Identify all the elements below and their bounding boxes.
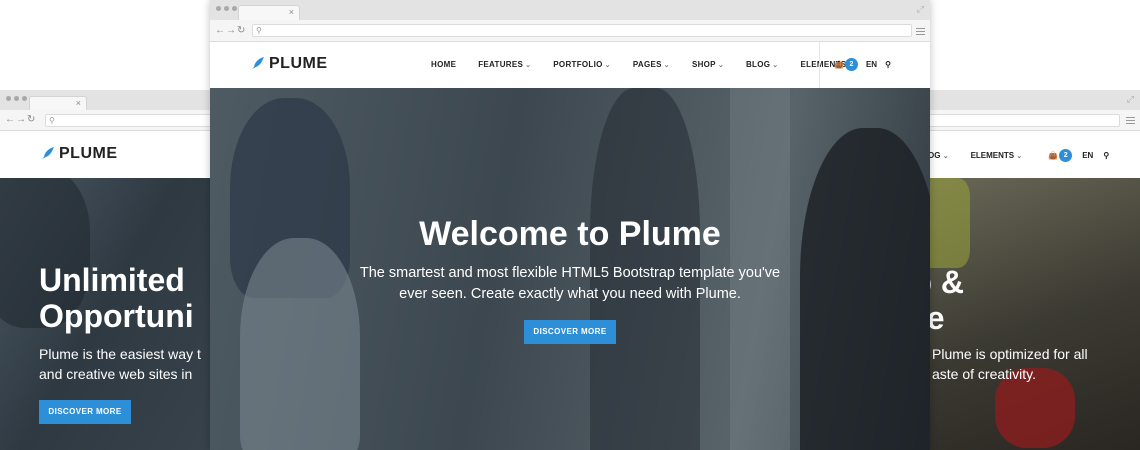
close-tab-icon[interactable]: × — [289, 7, 294, 18]
left-hero-text: Plume is the easiest way t and creative … — [39, 344, 201, 384]
language-switch[interactable]: EN — [1082, 151, 1093, 160]
center-logo[interactable]: PLUME — [249, 55, 328, 73]
cart-button[interactable]: 👜 2 — [834, 58, 858, 71]
logo-text: PLUME — [59, 145, 118, 162]
nav-item-features[interactable]: FEATURES ⌄ — [478, 60, 531, 69]
url-search-icon: ⚲ — [49, 116, 55, 125]
discover-more-button[interactable]: DISCOVER MORE — [524, 320, 616, 344]
right-cart[interactable]: 👜 2 — [1048, 149, 1073, 162]
chevron-down-icon: ⌄ — [525, 62, 532, 69]
nav-item-label: FEATURES — [478, 60, 524, 69]
center-hero: Welcome to Plume The smartest and most f… — [210, 88, 930, 450]
right-browser-window: ⤢ OG ⌄ ELEMENTS ⌄ 👜 2 EN ⚲ rp & ive Plum… — [900, 90, 1140, 450]
back-forward-reload-icons[interactable]: ←→↻ — [5, 113, 36, 127]
center-browser-tab[interactable]: × — [238, 5, 300, 20]
left-text-line2: and creative web sites in — [39, 366, 193, 382]
search-icon[interactable]: ⚲ — [885, 60, 891, 69]
left-hero: Unlimited Opportuni Plume is the easiest… — [0, 178, 240, 450]
right-nav-blog-fragment[interactable]: OG ⌄ — [928, 151, 949, 160]
chevron-down-icon: ⌄ — [663, 62, 670, 69]
nav-item-home[interactable]: HOME — [431, 60, 456, 69]
center-tab-bar: × ⤢ — [210, 0, 930, 20]
browser-menu-icon[interactable] — [916, 28, 925, 35]
logo-text: PLUME — [269, 55, 328, 72]
chevron-down-icon: ⌄ — [717, 62, 724, 69]
back-forward-reload-icons[interactable]: ←→↻ — [215, 24, 246, 38]
hero-text-line1: The smartest and most flexible HTML5 Boo… — [359, 265, 781, 281]
hero-text: The smartest and most flexible HTML5 Boo… — [210, 263, 930, 305]
left-text-line1: Plume is the easiest way t — [39, 346, 201, 362]
search-icon[interactable]: ⚲ — [1103, 151, 1109, 160]
browser-menu-icon[interactable] — [1126, 117, 1135, 124]
chevron-down-icon: ⌄ — [604, 62, 611, 69]
right-address-row — [900, 110, 1140, 131]
left-title-line2: Opportuni — [39, 298, 194, 334]
left-title-line1: Unlimited — [39, 262, 185, 298]
center-browser-window: × ⤢ ←→↻ ⚲ PLUME HOME FEATURES ⌄ PORTFOLIO ⌄ P… — [210, 0, 930, 450]
center-utility: 👜 2 EN ⚲ — [834, 58, 891, 71]
left-browser-tab[interactable]: × — [29, 96, 87, 110]
url-search-icon: ⚲ — [256, 26, 262, 35]
right-hero-text: Plume is optimized for all aste of creat… — [932, 344, 1088, 384]
window-controls[interactable] — [216, 6, 237, 11]
hero-title: Welcome to Plume — [419, 215, 721, 253]
nav-item-portfolio[interactable]: PORTFOLIO ⌄ — [553, 60, 611, 69]
left-hero-title: Unlimited Opportuni — [39, 262, 194, 334]
nav-item-label: PORTFOLIO — [553, 60, 603, 69]
shopping-bag-icon: 👜 — [834, 60, 844, 69]
right-text-line2: aste of creativity. — [932, 366, 1037, 382]
left-discover-button[interactable]: DISCOVER MORE — [39, 400, 131, 424]
main-nav: HOME FEATURES ⌄ PORTFOLIO ⌄ PAGES ⌄ SHOP ⌄ BLOG ⌄ E… — [431, 60, 855, 69]
nav-divider — [819, 42, 820, 88]
left-tab-bar: × — [0, 90, 240, 110]
nav-item-label: PAGES — [632, 60, 662, 69]
hero-text-line2: ever seen. Create exactly what you need … — [399, 286, 741, 302]
right-hero: rp & ive Plume is optimized for all aste… — [900, 178, 1140, 450]
center-address-row: ←→↻ ⚲ — [210, 20, 930, 42]
left-browser-window: × ←→↻ ⚲ PLUME Unlimited Opportuni Plume … — [0, 90, 240, 450]
center-url-field[interactable]: ⚲ — [252, 24, 912, 37]
right-text-line1: Plume is optimized for all — [932, 346, 1088, 362]
language-switch[interactable]: EN — [866, 60, 877, 69]
expand-window-icon[interactable]: ⤢ — [1127, 94, 1134, 105]
nav-item-label: SHOP — [691, 60, 716, 69]
shopping-bag-icon: 👜 — [1048, 151, 1059, 160]
nav-item-shop[interactable]: SHOP ⌄ — [692, 60, 724, 69]
nav-item-label: BLOG — [745, 60, 771, 69]
feather-logo-icon — [250, 57, 264, 71]
right-url-field[interactable] — [900, 114, 1120, 127]
left-site-header: PLUME — [0, 131, 240, 178]
left-logo[interactable]: PLUME — [39, 145, 118, 163]
center-site-header: PLUME HOME FEATURES ⌄ PORTFOLIO ⌄ PAGES ⌄ SHOP ⌄… — [210, 42, 930, 88]
expand-window-icon[interactable]: ⤢ — [917, 4, 924, 15]
nav-item-pages[interactable]: PAGES ⌄ — [633, 60, 670, 69]
right-tab-bar: ⤢ — [900, 90, 1140, 110]
right-nav-elements[interactable]: ELEMENTS ⌄ — [971, 151, 1023, 160]
left-address-row: ←→↻ ⚲ — [0, 110, 240, 131]
window-controls[interactable] — [6, 96, 27, 101]
cart-count-badge: 2 — [844, 58, 858, 71]
cart-count-badge: 2 — [1059, 149, 1073, 162]
chevron-down-icon: ⌄ — [772, 62, 779, 69]
nav-item-blog[interactable]: BLOG ⌄ — [746, 60, 778, 69]
nav-item-label: HOME — [431, 60, 457, 69]
feather-logo-icon — [40, 147, 54, 161]
close-tab-icon[interactable]: × — [76, 98, 81, 109]
right-nav: OG ⌄ ELEMENTS ⌄ 👜 2 EN ⚲ — [928, 149, 1109, 162]
right-site-header: OG ⌄ ELEMENTS ⌄ 👜 2 EN ⚲ — [900, 131, 1140, 178]
